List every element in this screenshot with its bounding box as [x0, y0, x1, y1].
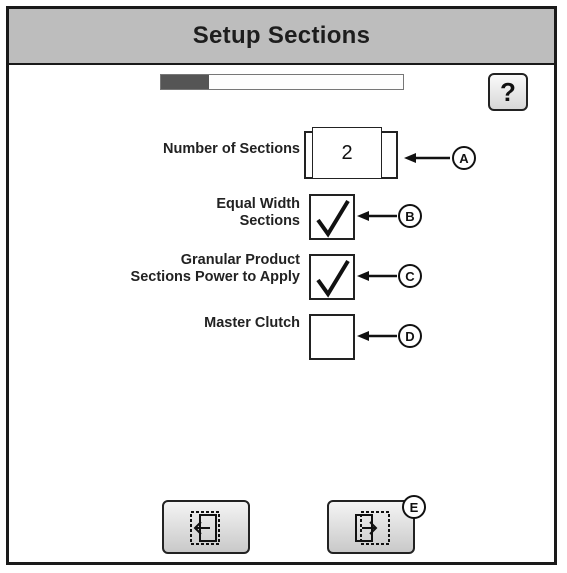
- equal-width-label: Equal Width Sections: [216, 196, 300, 229]
- callout-arrow-a: [404, 153, 450, 163]
- checkmark-icon: [316, 259, 350, 298]
- callout-arrow-b: [357, 211, 397, 221]
- number-of-sections-label: Number of Sections: [163, 141, 300, 157]
- page-title: Setup Sections: [9, 9, 554, 65]
- callout-c: C: [398, 264, 422, 288]
- master-clutch-label: Master Clutch: [204, 315, 300, 331]
- callout-arrow-d: [357, 331, 397, 341]
- back-button[interactable]: [162, 500, 250, 554]
- granular-product-label: Granular Product Sections Power to Apply: [130, 252, 300, 285]
- checkmark-icon: [316, 199, 350, 238]
- exit-back-icon: [190, 511, 220, 545]
- callout-arrow-c: [357, 271, 397, 281]
- equal-width-checkbox[interactable]: [309, 194, 355, 240]
- master-clutch-checkbox[interactable]: [309, 314, 355, 360]
- help-button[interactable]: ?: [488, 73, 528, 111]
- callout-a: A: [452, 146, 476, 170]
- granular-product-checkbox[interactable]: [309, 254, 355, 300]
- progress-bar: [160, 74, 404, 90]
- exit-next-icon: [355, 511, 390, 545]
- callout-e: E: [402, 495, 426, 519]
- callout-b: B: [398, 204, 422, 228]
- number-of-sections-input[interactable]: 2: [312, 127, 382, 179]
- callout-d: D: [398, 324, 422, 348]
- progress-fill: [161, 75, 210, 89]
